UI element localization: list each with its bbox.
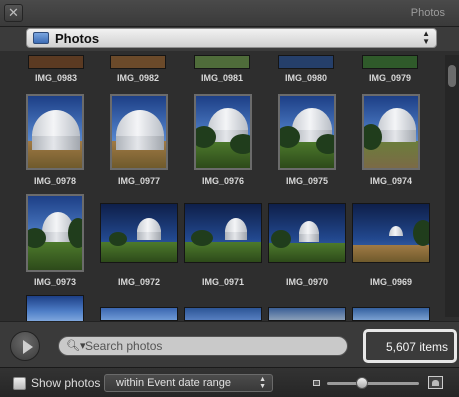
photo-caption: IMG_0974: [369, 176, 413, 186]
photo-caption: IMG_0975: [285, 176, 329, 186]
show-photos-label: Show photos: [31, 376, 101, 390]
search-input[interactable]: [85, 338, 335, 354]
item-count-label: 5,607 items: [385, 340, 448, 354]
play-button[interactable]: [10, 331, 40, 361]
play-icon: [23, 340, 33, 354]
photo-thumbnail[interactable]: [184, 203, 262, 263]
event-range-label: within Event date range: [116, 377, 231, 389]
photos-library-icon: [33, 32, 49, 44]
search-icon[interactable]: 🔍︎▾: [66, 339, 86, 352]
photo-thumbnail[interactable]: [194, 94, 252, 170]
event-range-select[interactable]: within Event date range ▲ ▼: [104, 374, 273, 392]
source-select[interactable]: Photos ▲ ▼: [26, 28, 437, 48]
photo-thumbnail[interactable]: [352, 203, 430, 263]
photo-caption: IMG_0983: [34, 73, 78, 83]
search-field[interactable]: 🔍︎▾: [58, 336, 348, 356]
photo-caption: IMG_0981: [200, 73, 244, 83]
photo-browser: IMG_0983 IMG_0982 IMG_0981 IMG_0980 IMG_…: [0, 51, 459, 321]
photo-thumbnail[interactable]: [184, 307, 262, 321]
control-bar: 🔍︎▾ 5,607 items: [0, 321, 459, 367]
photo-thumbnail[interactable]: [100, 307, 178, 321]
photo-thumbnail[interactable]: [278, 94, 336, 170]
photo-thumbnail[interactable]: [26, 194, 84, 272]
source-label: Photos: [55, 31, 100, 46]
photo-caption: IMG_0971: [201, 277, 245, 287]
photo-caption: IMG_0972: [117, 277, 161, 287]
source-bar: Photos ▲ ▼: [0, 27, 459, 51]
photo-thumbnail[interactable]: [26, 295, 84, 321]
photo-thumbnail[interactable]: [26, 94, 84, 170]
photo-caption: IMG_0973: [33, 277, 77, 287]
photo-thumbnail[interactable]: [110, 94, 168, 170]
photo-thumbnail[interactable]: [268, 307, 346, 321]
photo-caption: IMG_0969: [369, 277, 413, 287]
photo-thumbnail[interactable]: [362, 55, 418, 69]
zoom-slider[interactable]: [327, 382, 419, 385]
photo-thumbnail[interactable]: [100, 203, 178, 263]
photo-thumbnail[interactable]: [278, 55, 334, 69]
show-photos-checkbox[interactable]: [13, 377, 26, 390]
photo-thumbnail[interactable]: [352, 307, 430, 321]
photo-thumbnail[interactable]: [28, 55, 84, 69]
close-icon[interactable]: ✕: [4, 4, 23, 22]
bottom-bar: Show photos within Event date range ▲ ▼: [0, 367, 459, 397]
title-bar: ✕ Photos: [0, 0, 459, 27]
photo-thumbnail[interactable]: [268, 203, 346, 263]
photo-thumbnail[interactable]: [194, 55, 250, 69]
photo-caption: IMG_0977: [117, 176, 161, 186]
large-thumbnail-icon[interactable]: [428, 376, 443, 389]
photo-caption: IMG_0976: [201, 176, 245, 186]
small-thumbnail-icon[interactable]: [313, 380, 320, 386]
photo-caption: IMG_0982: [116, 73, 160, 83]
select-arrows-icon: ▲ ▼: [422, 29, 430, 46]
window-title: Photos: [410, 7, 445, 19]
photo-thumbnail[interactable]: [362, 94, 420, 170]
scroll-thumb[interactable]: [448, 65, 456, 87]
item-count: 5,607 items: [363, 329, 457, 363]
photo-caption: IMG_0978: [33, 176, 77, 186]
zoom-slider-knob[interactable]: [355, 377, 368, 389]
photo-thumbnail[interactable]: [110, 55, 166, 69]
select-arrows-icon: ▲ ▼: [259, 376, 266, 390]
photo-caption: IMG_0979: [368, 73, 412, 83]
photo-caption: IMG_0970: [285, 277, 329, 287]
photo-caption: IMG_0980: [284, 73, 328, 83]
vertical-scrollbar[interactable]: [445, 55, 459, 317]
